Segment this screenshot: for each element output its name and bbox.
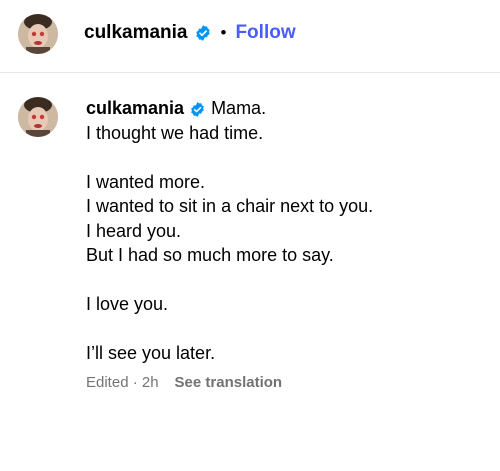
avatar-image bbox=[18, 97, 58, 137]
verified-badge-icon bbox=[194, 24, 212, 42]
verified-badge-icon bbox=[189, 100, 206, 117]
follow-button[interactable]: Follow bbox=[235, 21, 295, 45]
avatar[interactable] bbox=[18, 97, 58, 137]
post-header: culkamania • Follow bbox=[0, 0, 500, 73]
comment-line: I thought we had time. bbox=[86, 122, 264, 143]
comment-first-line: culkamania Mama. bbox=[86, 96, 486, 121]
comment-line: I wanted more. bbox=[86, 171, 206, 192]
comment-line bbox=[86, 145, 486, 170]
comment-line bbox=[86, 317, 486, 342]
edited-timestamp: Edited · 2h bbox=[86, 374, 159, 391]
separator-dot: • bbox=[220, 23, 227, 42]
username-link[interactable]: culkamania bbox=[84, 21, 188, 45]
see-translation-button[interactable]: See translation bbox=[175, 373, 283, 393]
comment-line: I wanted to sit in a chair next to you. bbox=[86, 196, 374, 216]
comment-line: I love you. bbox=[86, 294, 169, 314]
comment-first-text: Mama. bbox=[211, 98, 267, 118]
comment-line: But I had so much more to say. bbox=[86, 245, 334, 265]
comment-text: culkamania Mama. I thought we had time. … bbox=[86, 96, 486, 366]
comment-line: I’ll see you later. bbox=[86, 343, 216, 363]
comment-line bbox=[86, 268, 486, 293]
header-user-row: culkamania • Follow bbox=[84, 21, 296, 45]
avatar-image bbox=[18, 14, 58, 54]
avatar[interactable] bbox=[18, 14, 58, 54]
comment-meta: Edited · 2h See translation bbox=[86, 373, 282, 393]
comment-username-link[interactable]: culkamania bbox=[86, 96, 184, 121]
comment-line: I heard you. bbox=[86, 220, 182, 241]
